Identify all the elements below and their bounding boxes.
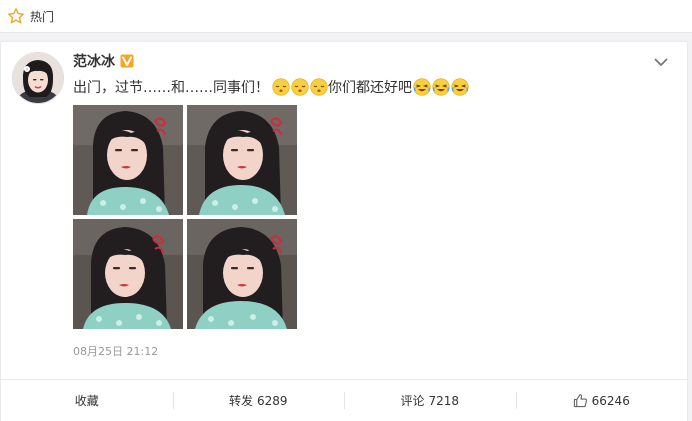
post-text-tail: 你们都还好吧	[328, 80, 412, 96]
sleepy-face-icon	[310, 78, 328, 96]
like-button[interactable]: 66246	[515, 380, 688, 421]
like-count: 66246	[591, 393, 630, 408]
avatar[interactable]	[12, 52, 64, 104]
photo-thumbnail[interactable]	[73, 105, 183, 215]
laughing-crying-face-icon	[413, 78, 431, 96]
favorite-button[interactable]: 收藏	[1, 380, 173, 421]
verified-v-icon	[120, 54, 134, 68]
photo-image	[187, 105, 297, 215]
action-bar: 收藏 转发 6289 评论 7218 66246	[1, 379, 687, 421]
laughing-crying-face-icon	[451, 78, 469, 96]
repost-button[interactable]: 转发 6289	[172, 380, 345, 421]
photo-image	[187, 219, 297, 329]
laughing-crying-face-icon	[432, 78, 450, 96]
sleepy-face-icon	[272, 78, 290, 96]
chevron-down-icon[interactable]	[653, 54, 669, 70]
comment-count: 7218	[428, 393, 460, 408]
post-text: 出门，过节……和……同事们！ 你们都还好吧	[73, 77, 469, 97]
photo-image	[73, 219, 183, 329]
repost-label: 转发	[228, 394, 253, 408]
author-name[interactable]: 范冰冰	[73, 51, 115, 71]
avatar-image	[13, 53, 63, 103]
star-outline-icon[interactable]	[7, 7, 25, 25]
sleepy-face-icon	[291, 78, 309, 96]
page-title: 热门	[30, 9, 55, 24]
photo-thumbnail[interactable]	[187, 105, 297, 215]
repost-count: 6289	[256, 393, 288, 408]
post-text-main: 出门，过节……和……同事们！	[73, 80, 269, 96]
photo-thumbnail[interactable]	[187, 219, 297, 329]
comment-label: 评论	[400, 394, 425, 408]
post-timestamp[interactable]: 08月25日 21:12	[73, 343, 158, 359]
post-card: 范冰冰 出门，过节……和……同事们！ 你们都还好吧 08月25日 21:12 收…	[0, 41, 688, 421]
photo-image	[73, 105, 183, 215]
photo-thumbnail[interactable]	[73, 219, 183, 329]
top-bar: 热门	[0, 0, 692, 33]
author-row: 范冰冰	[73, 51, 134, 71]
thumbs-up-icon	[573, 394, 587, 408]
favorite-label: 收藏	[74, 394, 99, 408]
comment-button[interactable]: 评论 7218	[344, 380, 516, 421]
